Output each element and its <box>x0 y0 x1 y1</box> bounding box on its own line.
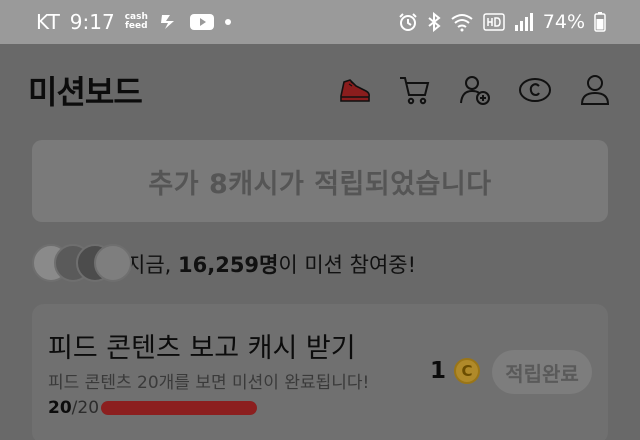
earned-complete-button[interactable]: 적립완료 <box>492 350 592 394</box>
alarm-icon <box>399 13 417 31</box>
header-actions <box>338 73 612 107</box>
page-title: 미션보드 <box>28 73 143 111</box>
app-header: 미션보드 <box>0 44 640 136</box>
cart-button[interactable] <box>398 73 432 107</box>
mission-reward: 1 C <box>430 358 481 384</box>
cash-button[interactable] <box>518 73 552 107</box>
add-friend-button[interactable] <box>458 73 492 107</box>
mission-progress: 20/20 <box>48 398 258 418</box>
progress-total: /20 <box>71 398 100 418</box>
wifi-icon <box>451 14 473 32</box>
mission-title: 피드 콘텐츠 보고 캐시 받기 <box>48 333 356 364</box>
carrier-label: KT <box>36 10 60 34</box>
more-notifications-dot-icon <box>224 19 231 25</box>
participants-suffix: 이 미션 참여중! <box>278 253 417 277</box>
reward-amount: 1 <box>430 358 447 384</box>
coin-icon <box>519 78 551 102</box>
add-user-icon <box>460 76 490 105</box>
cashfeed-icon-bottom: feed <box>125 21 148 31</box>
hd-voice-icon <box>483 13 505 31</box>
bluetooth-icon <box>428 12 441 32</box>
progress-bar-fill <box>101 401 258 415</box>
cash-earned-banner: 추가 8캐시가 적립되었습니다 <box>32 140 608 222</box>
signal-icon <box>514 13 533 31</box>
status-left: KT 9:17 cash feed <box>36 10 232 34</box>
user-icon <box>580 75 610 105</box>
profile-button[interactable] <box>578 73 612 107</box>
messenger-notification-icon <box>160 15 174 29</box>
sneaker-icon <box>340 79 370 102</box>
battery-icon <box>594 12 606 32</box>
progress-text: 20/20 <box>48 398 99 418</box>
cash-coin-icon: C <box>454 358 481 384</box>
participants-count: 16,259명 <box>178 253 279 277</box>
cashfeed-notification-icon: cash feed <box>125 13 148 31</box>
progress-count: 20 <box>48 398 72 418</box>
battery-percent: 74% <box>542 11 585 33</box>
mission-description: 피드 콘텐츠 20개를 보면 미션이 완료됩니다! <box>48 373 370 393</box>
youtube-notification-icon <box>189 14 214 30</box>
shoe-button[interactable] <box>338 73 372 107</box>
participants-text: 지금, 16,259명이 미션 참여중! <box>126 249 416 279</box>
participant-avatars <box>32 244 132 284</box>
participants-prefix: 지금, <box>126 253 178 277</box>
cart-icon <box>400 77 430 105</box>
clock: 9:17 <box>69 10 115 34</box>
participants-row: 지금, 16,259명이 미션 참여중! <box>32 244 416 284</box>
mission-card[interactable]: 피드 콘텐츠 보고 캐시 받기 피드 콘텐츠 20개를 보면 미션이 완료됩니다… <box>32 304 608 440</box>
progress-bar <box>101 401 258 415</box>
avatar <box>94 244 132 282</box>
status-bar: KT 9:17 cash feed 74% <box>0 0 640 44</box>
status-right: 74% <box>398 11 606 33</box>
